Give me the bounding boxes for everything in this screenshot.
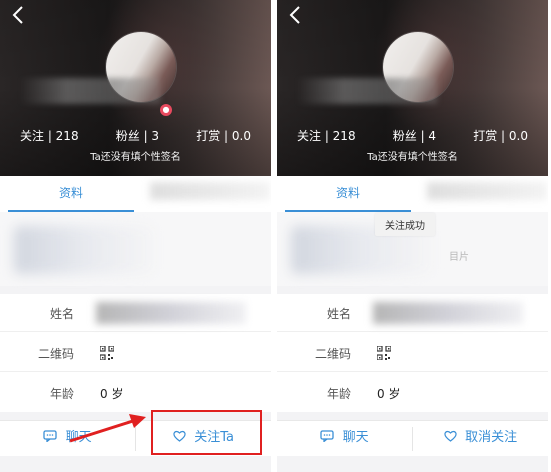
name-value-blurred — [373, 302, 523, 324]
chat-button-label: 聊天 — [65, 430, 92, 445]
name-label: 姓名 — [326, 307, 351, 321]
chat-button[interactable]: 聊天 — [0, 421, 135, 457]
profile-screen-after: 关注 | 218 粉丝 | 4 打赏 | 0.0 Ta还没有填个性签名 资料 目… — [277, 0, 548, 472]
chat-button-label: 聊天 — [342, 430, 369, 445]
heart-icon — [444, 430, 461, 445]
age-value: 0 岁 — [377, 387, 401, 401]
info-row-age: 年龄 0 岁 — [0, 374, 271, 412]
stats-row: 关注 | 218 粉丝 | 3 打赏 | 0.0 — [0, 127, 271, 144]
photo-blurred[interactable] — [14, 226, 154, 274]
fans-count[interactable]: 粉丝 | 3 — [116, 127, 159, 144]
follow-button-highlight — [151, 410, 262, 455]
info-row-qrcode: 二维码 — [0, 334, 271, 372]
bottom-action-bar: 聊天 取消关注 — [277, 420, 548, 456]
info-row-name: 姓名 — [277, 294, 548, 332]
back-icon — [289, 6, 300, 24]
qr-code-icon[interactable] — [377, 346, 391, 360]
fans-count[interactable]: 粉丝 | 4 — [393, 127, 436, 144]
toast-follow-success: 关注成功 — [375, 213, 435, 236]
profile-screen-before: ● 关注 | 218 粉丝 | 3 打赏 | 0.0 Ta还没有填个性签名 资料… — [0, 0, 271, 472]
tab-bar: 资料 — [277, 176, 548, 213]
info-row-qrcode: 二维码 — [277, 334, 548, 372]
tab-profile[interactable]: 资料 — [285, 176, 411, 212]
chat-icon — [43, 430, 61, 445]
info-list: 姓名 二维码 年龄 0 岁 — [0, 294, 271, 412]
stats-row: 关注 | 218 粉丝 | 4 打赏 | 0.0 — [277, 127, 548, 144]
follow-count[interactable]: 关注 | 218 — [297, 127, 356, 144]
back-button[interactable] — [289, 6, 301, 24]
location-pin-icon: ● — [160, 104, 172, 116]
chat-icon — [320, 430, 338, 445]
back-icon — [12, 6, 23, 24]
reward-count[interactable]: 打赏 | 0.0 — [196, 127, 251, 144]
username-blurred — [20, 78, 160, 104]
name-value-blurred — [96, 302, 246, 324]
profile-header: ● 关注 | 218 粉丝 | 3 打赏 | 0.0 Ta还没有填个性签名 — [0, 0, 271, 176]
age-value: 0 岁 — [100, 387, 124, 401]
tab-other-blurred[interactable] — [427, 182, 547, 200]
profile-header: 关注 | 218 粉丝 | 4 打赏 | 0.0 Ta还没有填个性签名 — [277, 0, 548, 176]
info-row-age: 年龄 0 岁 — [277, 374, 548, 412]
unfollow-button-label: 取消关注 — [465, 430, 518, 445]
name-label: 姓名 — [49, 307, 74, 321]
photo-section — [0, 212, 271, 286]
unfollow-button[interactable]: 取消关注 — [413, 421, 548, 457]
tab-bar: 资料 — [0, 176, 271, 213]
info-list: 姓名 二维码 年龄 0 岁 — [277, 294, 548, 412]
reward-count[interactable]: 打赏 | 0.0 — [473, 127, 528, 144]
signature: Ta还没有填个性签名 — [90, 152, 181, 163]
signature: Ta还没有填个性签名 — [367, 152, 458, 163]
qrcode-label: 二维码 — [37, 347, 74, 361]
age-label: 年龄 — [49, 387, 74, 401]
follow-count[interactable]: 关注 | 218 — [20, 127, 79, 144]
qr-code-icon[interactable] — [100, 346, 114, 360]
tab-profile[interactable]: 资料 — [8, 176, 134, 212]
qrcode-label: 二维码 — [314, 347, 351, 361]
username-blurred — [297, 78, 437, 104]
age-label: 年龄 — [326, 387, 351, 401]
chat-button[interactable]: 聊天 — [277, 421, 412, 457]
photo-hint: 目片 — [449, 252, 469, 263]
back-button[interactable] — [12, 6, 24, 24]
tab-other-blurred[interactable] — [150, 182, 270, 200]
info-row-name: 姓名 — [0, 294, 271, 332]
